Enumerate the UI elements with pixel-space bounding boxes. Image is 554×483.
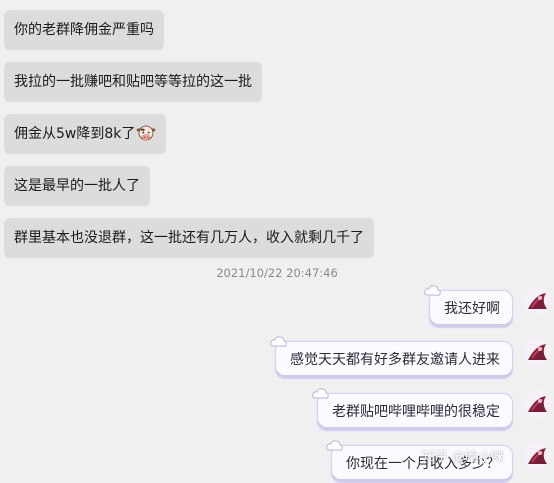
sent-message[interactable]: 你现在一个月收入多少？ — [326, 440, 513, 483]
avatar-image — [523, 287, 551, 315]
avatar-image — [523, 390, 551, 418]
message-text: 佣金从5w降到8k了 — [14, 126, 136, 142]
received-message[interactable]: 你的老群降佣金严重吗 — [4, 10, 164, 50]
message-text: 群里基本也没退群，这一批还有几万人，收入就剩几千了 — [14, 230, 364, 246]
cloud-decoration-icon — [270, 336, 287, 347]
cloud-decoration-icon — [326, 440, 343, 451]
cloud-decoration-icon — [424, 285, 441, 296]
received-message[interactable]: 佣金从5w降到8k了 — [4, 114, 167, 154]
message-text: 你现在一个月收入多少？ — [346, 456, 500, 472]
message-timestamp: 2021/10/22 20:47:46 — [216, 266, 338, 280]
message-text: 这是最早的一批人了 — [14, 178, 140, 194]
cloud-decoration-icon — [312, 388, 329, 399]
message-text: 我拉的一批赚吧和贴吧等等拉的这一批 — [14, 74, 252, 90]
message-text: 感觉天天都有好多群友邀请人进来 — [290, 352, 500, 368]
avatar-image — [523, 338, 551, 366]
sent-message[interactable]: 我还好啊 — [424, 285, 513, 328]
message-text: 你的老群降佣金严重吗 — [14, 22, 154, 38]
received-message[interactable]: 我拉的一批赚吧和贴吧等等拉的这一批 — [4, 62, 262, 102]
sent-message[interactable]: 感觉天天都有好多群友邀请人进来 — [270, 336, 513, 379]
cow-face-icon — [136, 125, 156, 141]
message-text: 老群贴吧哔哩哔哩的很稳定 — [332, 404, 500, 420]
avatar-image — [523, 442, 551, 470]
received-message[interactable]: 这是最早的一批人了 — [4, 166, 150, 206]
received-message[interactable]: 群里基本也没退群，这一批还有几万人，收入就剩几千了 — [4, 218, 374, 258]
message-text: 我还好啊 — [444, 301, 500, 317]
avatar[interactable] — [523, 390, 551, 418]
avatar[interactable] — [523, 338, 551, 366]
avatar[interactable] — [523, 442, 551, 470]
sent-message[interactable]: 老群贴吧哔哩哔哩的很稳定 — [312, 388, 513, 431]
avatar[interactable] — [523, 287, 551, 315]
